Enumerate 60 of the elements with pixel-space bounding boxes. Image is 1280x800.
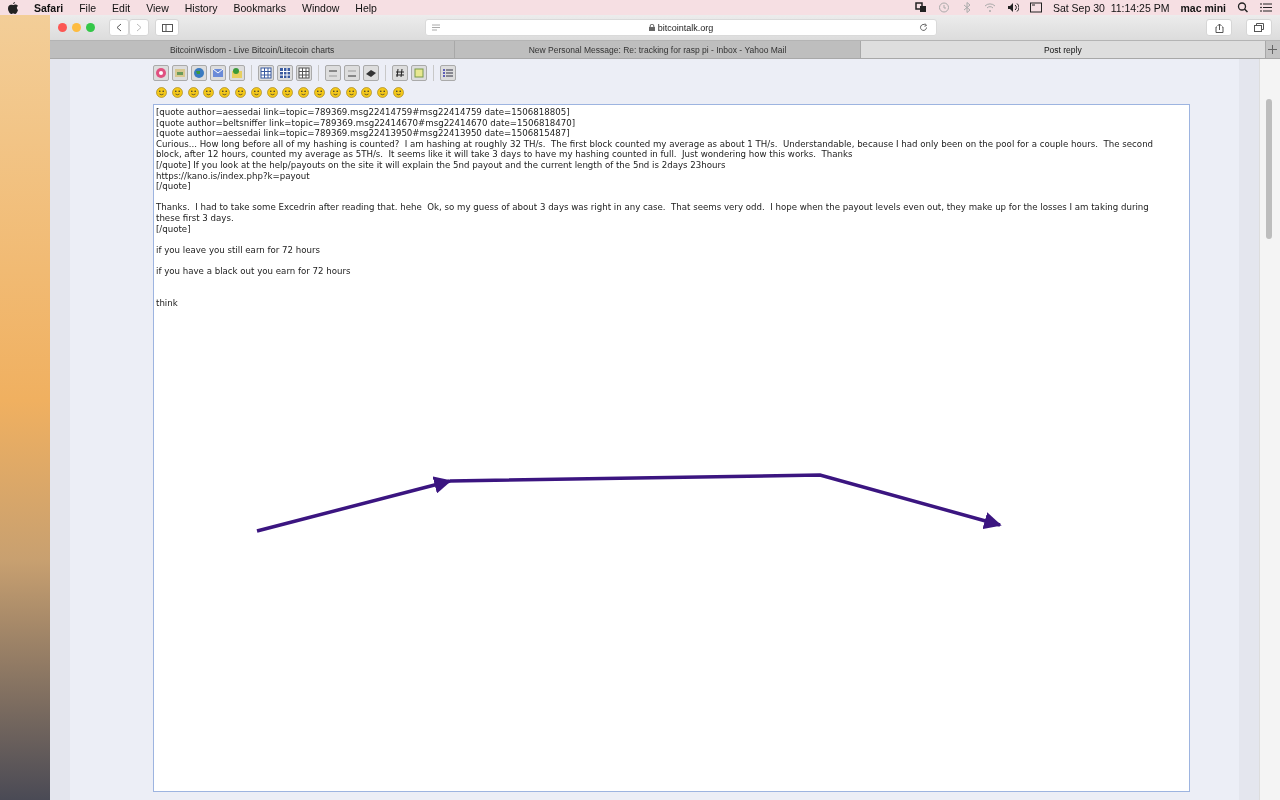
speaker-icon[interactable] — [1006, 2, 1019, 13]
search-icon[interactable] — [1237, 2, 1249, 13]
tabs-icon — [1254, 23, 1264, 32]
browser-tab[interactable]: Post reply — [860, 41, 1266, 58]
smiley-icon[interactable] — [361, 86, 373, 98]
smiley-icon[interactable] — [235, 86, 246, 98]
menu-item[interactable]: View — [146, 1, 169, 14]
smiley-icon[interactable] — [392, 86, 404, 98]
table-cell-icon[interactable] — [296, 65, 312, 81]
clock[interactable]: Sat Sep 30 11:14:25 PM — [1052, 1, 1170, 14]
smiley-icon[interactable] — [377, 86, 389, 98]
chevron-right-icon — [136, 23, 142, 32]
reader-icon[interactable] — [432, 24, 440, 31]
smiley-icon[interactable] — [266, 86, 278, 98]
scrollbar-thumb[interactable] — [1266, 99, 1272, 239]
smiley-icon[interactable] — [171, 86, 183, 98]
close-button[interactable] — [58, 23, 67, 32]
table-icon[interactable] — [258, 65, 274, 81]
globe-icon[interactable] — [191, 65, 207, 81]
address-text: bitcointalk.org — [657, 22, 714, 33]
smiley-icon[interactable] — [219, 86, 231, 98]
smiley-icon[interactable] — [313, 86, 325, 98]
menu-icon[interactable] — [1260, 2, 1272, 13]
new-tab-icon[interactable] — [1268, 45, 1278, 54]
apple-logo-icon[interactable] — [8, 1, 18, 14]
smiley-icon[interactable] — [187, 86, 199, 98]
tabs-button[interactable] — [1246, 19, 1272, 36]
email-icon[interactable] — [210, 65, 226, 81]
windows-icon[interactable] — [914, 2, 927, 13]
sidebar-icon — [161, 23, 173, 32]
lock-icon — [648, 23, 655, 31]
smiley-icon[interactable] — [282, 86, 294, 98]
chevron-left-icon — [116, 23, 122, 32]
menu-item[interactable]: History — [184, 1, 218, 14]
table-row-icon[interactable] — [277, 65, 293, 81]
smiley-icon[interactable] — [156, 86, 167, 98]
smiley-icon[interactable] — [250, 86, 262, 98]
sidebar-button[interactable] — [155, 19, 179, 36]
menu-item[interactable]: Bookmarks — [233, 1, 286, 14]
menu-item[interactable]: File — [79, 1, 97, 14]
browser-tab[interactable]: New Personal Message: Re: tracking for rasp pi - Inbox - Yahoo Mail — [455, 41, 861, 58]
menu-item[interactable]: Edit — [112, 1, 131, 14]
menu-item[interactable]: Help — [355, 1, 377, 14]
smiley-icon[interactable] — [329, 86, 341, 98]
back-button[interactable] — [109, 19, 129, 36]
share-icon — [1214, 22, 1224, 33]
smiley-icon[interactable] — [203, 86, 215, 98]
reload-icon[interactable] — [919, 23, 928, 32]
code-icon[interactable] — [392, 65, 408, 81]
smiley-icon[interactable] — [298, 86, 310, 98]
browser-tab[interactable]: BitcoinWisdom - Live Bitcoin/Litecoin charts — [50, 41, 456, 58]
user-name[interactable]: mac mini — [1180, 1, 1226, 14]
menu-item[interactable]: Window — [301, 1, 340, 14]
image-icon[interactable] — [172, 65, 188, 81]
address-field[interactable]: bitcointalk.org — [425, 19, 937, 36]
smiley-icon[interactable] — [345, 86, 357, 98]
message-field[interactable]: [quote author=aessedai link=topic=789369.msg22414759#msg22414759 date=1506818805] [quote author=beltsniffer link=topic=789369.msg22414670#msg22414670 date=1506818470] [quote author=aessedai link=topic=789369.msg22413950#msg22413950 date=1506815487] Curious... How long before all of my hashing is counted? I am hashing at roughly 32 TH/s. The first block counted my average as about 1 TH/s. Understandable, because I had only been on the pool for a couple hours. The second block, after 12 hours, counted my average as 5TH/s. It seems like it will take 3 days to have my hashing counted in full. Just wondering how this works. Thanks [/quote] If you look at the help/payouts on the site it will explain the 5nd payout and the current length of the 5nd is 2days 23hours https://kano.is/index.php?k=payout [/quote] Thanks. I had to take some Excedrin after reading that. hehe Ok, so my guess of about 3 days was right in any case. That seems very odd. I hope when the payout levels even out, they make up for the losses I am taking during these first 3 days. [/quote] if you leave you still earn for 72 hours if you have a black out you earn for 72 hours think — [153, 104, 1190, 792]
list-icon[interactable] — [440, 65, 456, 81]
menu-item[interactable]: Safari — [34, 1, 64, 14]
share-button[interactable] — [1206, 19, 1232, 36]
